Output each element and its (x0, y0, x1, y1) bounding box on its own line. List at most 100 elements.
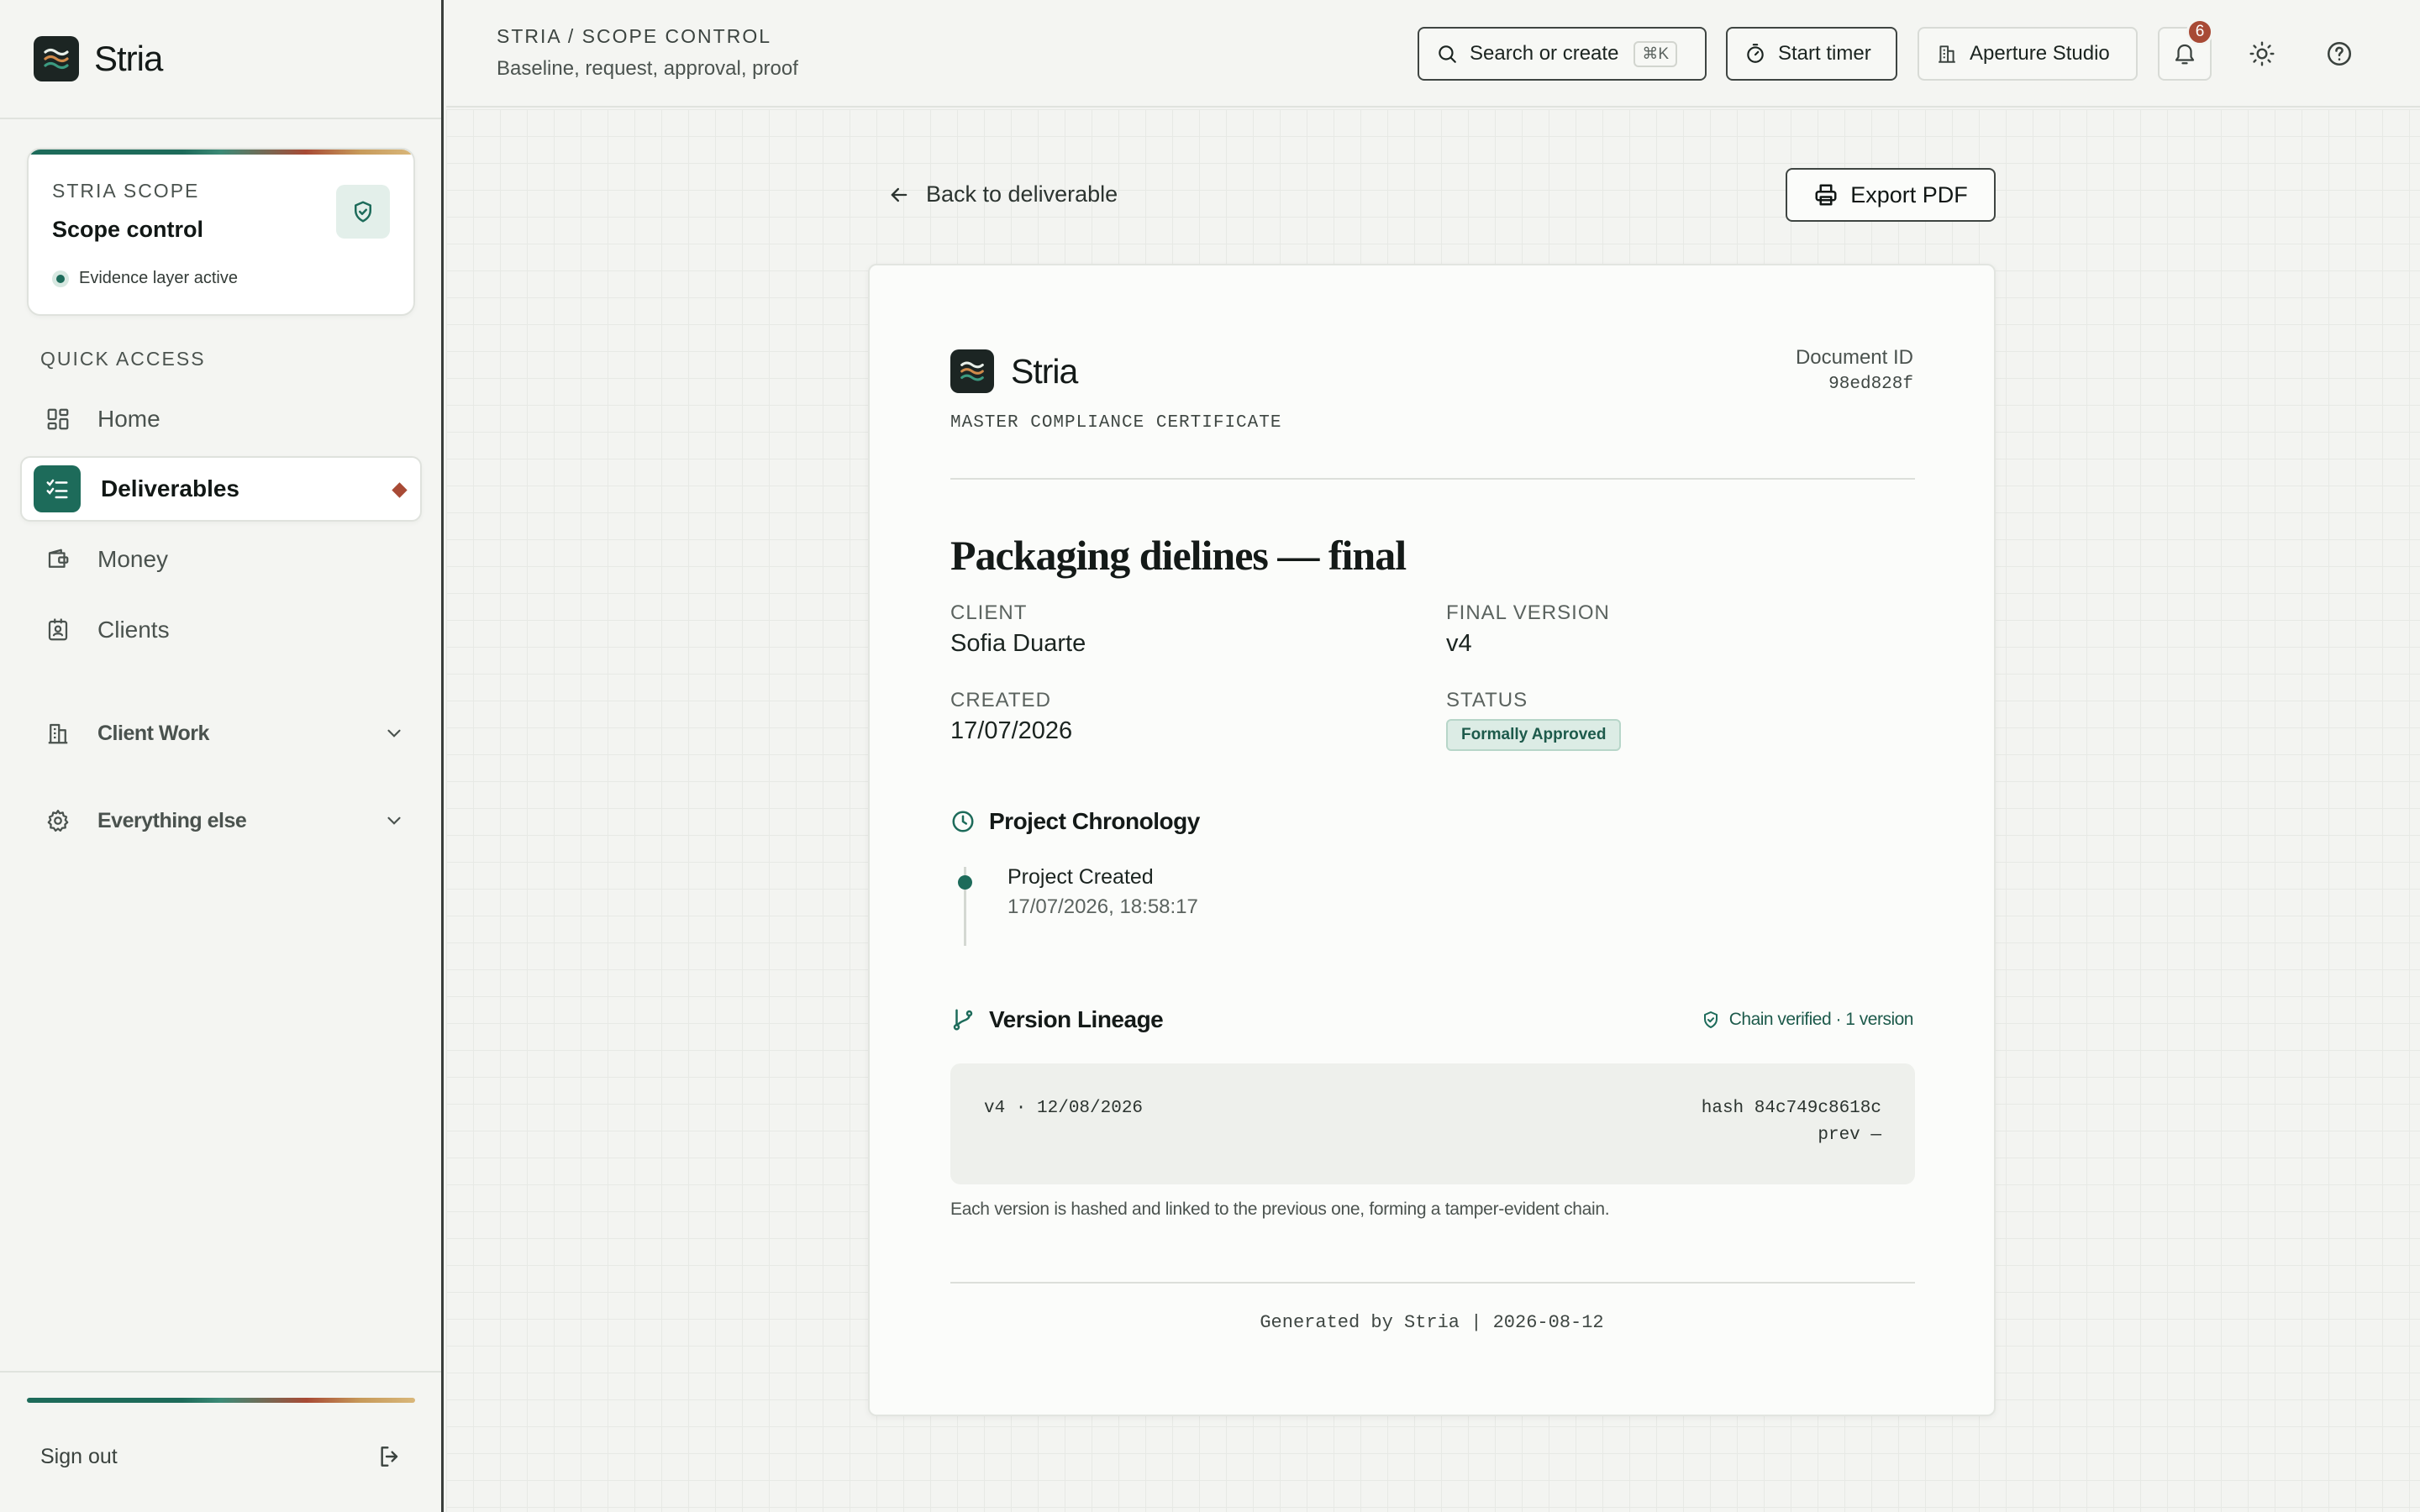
shortcut-badge: ⌘K (1634, 40, 1678, 67)
page-subtitle: Baseline, request, approval, proof (497, 57, 798, 80)
brand[interactable]: Stria (0, 0, 441, 119)
scope-status-text: Evidence layer active (79, 269, 238, 287)
document-footer: Generated by Stria | 2026-08-12 (1260, 1312, 1604, 1333)
building-icon (1936, 43, 1958, 65)
sidebar-item-label: Money (97, 546, 169, 572)
grid-icon (44, 405, 72, 433)
bell-icon (2175, 44, 2195, 65)
search-label: Search or create (1470, 42, 1619, 65)
sidebar-group-label: Client Work (97, 721, 209, 745)
timeline-dot (958, 875, 972, 890)
sidebar-accent-stripe (27, 1398, 415, 1403)
status-dot-icon (52, 270, 69, 287)
sidebar-item-label: Deliverables (101, 475, 239, 501)
scope-status: Evidence layer active (52, 269, 238, 288)
sidebar-footer-divider (0, 1371, 441, 1373)
contact-icon (44, 616, 72, 644)
sun-icon (2249, 41, 2275, 66)
client-label: CLIENT (950, 601, 1028, 624)
shield-check-icon (336, 185, 390, 239)
breadcrumb: STRIA / SCOPE CONTROL (497, 25, 771, 47)
document-brand: Stria (950, 349, 1078, 393)
sign-out-icon[interactable] (376, 1443, 403, 1474)
start-timer-label: Start timer (1778, 42, 1871, 65)
lineage-heading-text: Version Lineage (989, 1006, 1164, 1032)
document-id-value: 98ed828f (1828, 375, 1913, 394)
footer-divider (950, 1282, 1915, 1284)
chain-verified-indicator: Chain verified · 1 version (1701, 1010, 1914, 1030)
scope-title: Scope control (52, 217, 204, 242)
quick-access-label: QUICK ACCESS (40, 348, 206, 370)
scope-eyebrow: STRIA SCOPE (52, 180, 200, 202)
version-label: v4 · 12/08/2026 (984, 1099, 1144, 1118)
workspace-label: Aperture Studio (1970, 42, 2110, 65)
document-brand-name: Stria (1011, 351, 1078, 391)
header-divider (950, 478, 1915, 480)
notification-count-badge: 6 (2186, 18, 2213, 45)
stria-logo-icon (950, 349, 994, 393)
document-id-label: Document ID (1795, 346, 1913, 369)
client-value: Sofia Duarte (950, 630, 1086, 657)
help-button[interactable] (2312, 27, 2366, 81)
chevron-down-icon (383, 810, 405, 837)
back-to-deliverable-link[interactable]: Back to deliverable (887, 181, 1118, 207)
sidebar-item-deliverables[interactable]: Deliverables (20, 456, 422, 522)
version-prev-hash: prev — (1818, 1126, 1881, 1145)
timeline-event-time: 17/07/2026, 18:58:17 (1007, 895, 1198, 918)
sidebar-group-client-work[interactable]: Client Work (20, 704, 422, 763)
certificate-document: Stria MASTER COMPLIANCE CERTIFICATE Docu… (868, 264, 1996, 1416)
export-pdf-button[interactable]: Export PDF (1786, 168, 1996, 222)
help-circle-icon (2327, 41, 2352, 66)
top-bar: STRIA / SCOPE CONTROL Baseline, request,… (446, 0, 2420, 108)
chain-verified-text: Chain verified · 1 version (1728, 1010, 1914, 1029)
document-title: Packaging dielines — final (950, 532, 1407, 579)
scope-card-stripe (29, 150, 413, 155)
created-label: CREATED (950, 689, 1051, 711)
chronology-heading-text: Project Chronology (989, 808, 1200, 834)
final-version-value: v4 (1446, 630, 1472, 657)
chronology-heading: Project Chronology (950, 808, 1200, 835)
sidebar-item-label: Clients (97, 617, 170, 643)
stopwatch-icon (1744, 43, 1766, 65)
status-badge: Formally Approved (1446, 719, 1622, 751)
brand-name: Stria (94, 39, 163, 78)
version-entry: v4 · 12/08/2026 hash 84c749c8618c prev — (950, 1063, 1915, 1184)
final-version-label: FINAL VERSION (1446, 601, 1610, 624)
sidebar-item-clients[interactable]: Clients (20, 597, 422, 663)
notifications-button[interactable]: 6 (2158, 18, 2213, 81)
sidebar-item-money[interactable]: Money (20, 527, 422, 592)
created-value: 17/07/2026 (950, 717, 1073, 744)
clock-icon (950, 809, 976, 834)
building-icon (44, 719, 72, 748)
export-label: Export PDF (1850, 181, 1968, 207)
back-label: Back to deliverable (926, 181, 1118, 207)
checklist-icon (34, 465, 81, 512)
search-icon (1436, 43, 1458, 65)
printer-icon (1813, 182, 1839, 207)
sidebar-group-label: Everything else (97, 808, 247, 832)
active-indicator-icon (392, 482, 408, 498)
lineage-note: Each version is hashed and linked to the… (950, 1200, 1610, 1219)
timeline-event-title: Project Created (1007, 865, 1154, 889)
theme-toggle-button[interactable] (2235, 27, 2289, 81)
stria-logo-icon (34, 36, 79, 81)
scope-card: STRIA SCOPE Scope control Evidence layer… (27, 148, 415, 316)
workspace-switcher[interactable]: Aperture Studio (1918, 27, 2138, 81)
arrow-left-icon (887, 183, 911, 207)
lineage-heading: Version Lineage (950, 1006, 1164, 1033)
sidebar-item-home[interactable]: Home (20, 386, 422, 452)
search-button[interactable]: Search or create ⌘K (1418, 27, 1707, 81)
gear-icon (44, 806, 72, 835)
git-branch-icon (950, 1007, 976, 1032)
sign-out-button[interactable]: Sign out (40, 1445, 118, 1469)
sidebar-item-label: Home (97, 406, 160, 432)
sidebar: Stria STRIA SCOPE Scope control Evidence… (0, 0, 444, 1512)
document-kind: MASTER COMPLIANCE CERTIFICATE (950, 413, 1282, 433)
start-timer-button[interactable]: Start timer (1726, 27, 1897, 81)
sidebar-group-everything-else[interactable]: Everything else (20, 791, 422, 850)
version-hash: hash 84c749c8618c (1701, 1099, 1881, 1118)
chevron-down-icon (383, 722, 405, 750)
shield-check-icon (1701, 1010, 1721, 1030)
wallet-icon (44, 545, 72, 574)
status-label: STATUS (1446, 689, 1528, 711)
